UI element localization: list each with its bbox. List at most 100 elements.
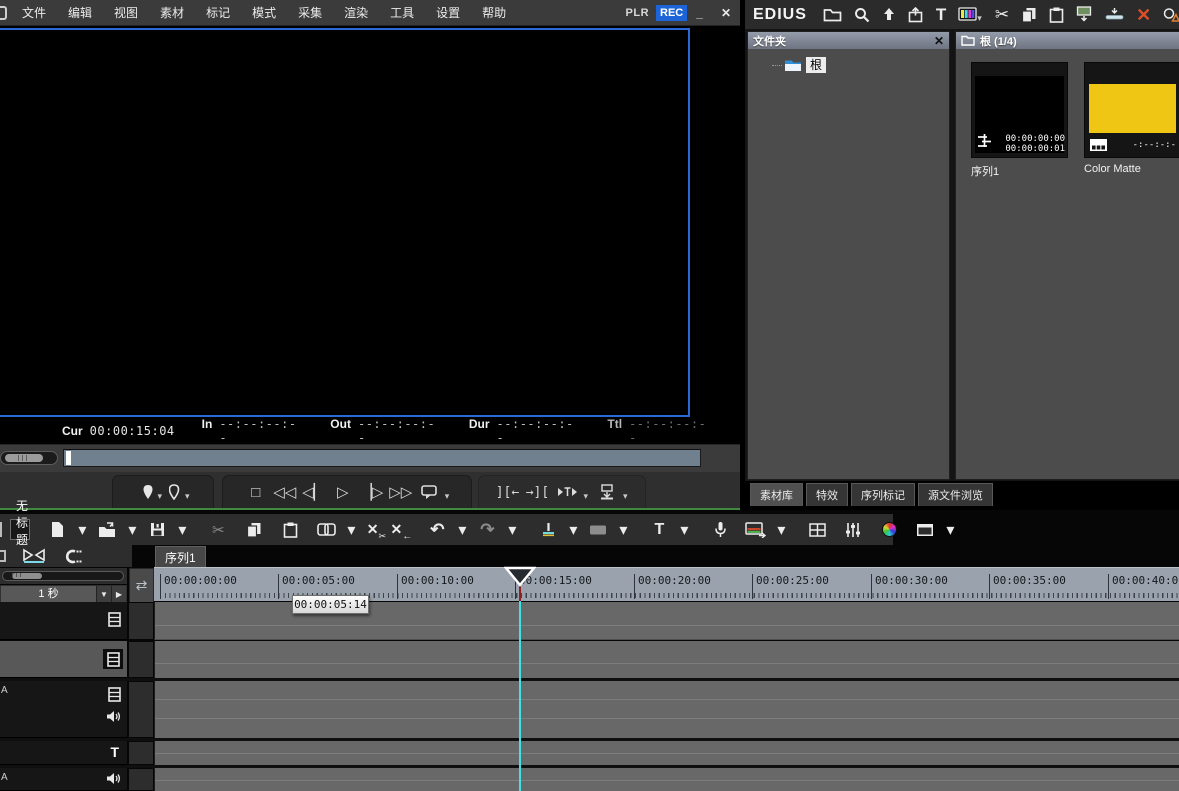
layout-dropdown[interactable]: ▾ bbox=[939, 518, 961, 542]
next-frame-button[interactable]: ▕▷ bbox=[360, 479, 384, 505]
play-in-to-out-button[interactable] bbox=[555, 479, 579, 505]
redo-button[interactable]: ↷ bbox=[476, 518, 498, 542]
insert-dropdown[interactable]: ▾ bbox=[623, 491, 628, 502]
track-patch-v1[interactable] bbox=[128, 602, 154, 640]
va-speaker-icon[interactable] bbox=[106, 710, 121, 728]
recorder-mode-button[interactable]: REC bbox=[656, 5, 687, 21]
clip-name-color-matte[interactable]: Color Matte bbox=[1084, 163, 1179, 175]
scale-expand-button[interactable]: ▶ bbox=[111, 586, 126, 602]
title-track-icon[interactable]: T bbox=[110, 744, 119, 760]
track-header-va[interactable]: A bbox=[0, 681, 127, 738]
track-header-audio[interactable]: A bbox=[0, 768, 127, 791]
track-lane-title[interactable] bbox=[154, 741, 1179, 765]
track-patch-v2[interactable] bbox=[128, 641, 154, 678]
import-button[interactable] bbox=[908, 3, 924, 27]
scale-dropdown-button[interactable]: ▼ bbox=[96, 586, 111, 602]
set-out-dropdown[interactable]: ▾ bbox=[185, 491, 190, 502]
root-folder-label[interactable]: 根 bbox=[806, 57, 826, 73]
folder-panel-close-button[interactable]: ✕ bbox=[934, 34, 944, 48]
rewind-button[interactable]: ◁◁ bbox=[273, 479, 297, 505]
paste-button[interactable] bbox=[1049, 3, 1064, 27]
menu-settings[interactable]: 设置 bbox=[425, 0, 471, 26]
voiceover-button[interactable] bbox=[709, 518, 731, 542]
export-dropdown[interactable]: ▾ bbox=[770, 518, 792, 542]
add-cut-point-dropdown[interactable]: ▾ bbox=[562, 518, 584, 542]
tab-effects[interactable]: 特效 bbox=[806, 483, 848, 506]
set-out-point-button[interactable] bbox=[163, 479, 187, 505]
delete-button[interactable]: ✕ bbox=[1136, 3, 1151, 27]
layout-button[interactable] bbox=[914, 518, 936, 542]
menu-file[interactable]: 文件 bbox=[11, 0, 57, 26]
timeline-scale-selector[interactable]: 1 秒 ▼ ▶ bbox=[0, 585, 127, 603]
ripple-sync-cell[interactable]: ⇄ bbox=[129, 568, 154, 603]
set-transition-button[interactable] bbox=[587, 518, 609, 542]
copy-clip-button[interactable] bbox=[243, 518, 265, 542]
position-cursor[interactable] bbox=[66, 451, 71, 465]
track-patch-audio[interactable] bbox=[128, 768, 154, 791]
tab-sequence-marker[interactable]: 序列标记 bbox=[851, 483, 915, 506]
colorbars-dropdown[interactable]: ▾ bbox=[977, 13, 982, 24]
video-track-icon[interactable] bbox=[108, 612, 121, 632]
open-project-button[interactable] bbox=[96, 518, 118, 542]
shuttle-slider[interactable] bbox=[0, 451, 58, 465]
track-lane-va[interactable] bbox=[154, 681, 1179, 738]
add-clip-button[interactable] bbox=[1076, 3, 1093, 27]
tree-item-root[interactable]: 根 bbox=[772, 57, 949, 73]
sequence-tab[interactable]: 序列1 bbox=[155, 546, 206, 567]
undo-dropdown[interactable]: ▾ bbox=[451, 518, 473, 542]
undo-button[interactable]: ↶ bbox=[426, 518, 448, 542]
title-dropdown[interactable]: ▾ bbox=[673, 518, 695, 542]
loop-dropdown[interactable]: ▾ bbox=[445, 491, 450, 502]
create-colorbars-button[interactable]: ▾ bbox=[958, 3, 983, 27]
minimize-button[interactable]: _ bbox=[687, 6, 712, 20]
menu-help[interactable]: 帮助 bbox=[471, 0, 517, 26]
tab-source-browser[interactable]: 源文件浏览 bbox=[918, 483, 993, 506]
clip-name-sequence[interactable]: 序列1 bbox=[971, 163, 1068, 179]
create-title-button[interactable]: T bbox=[936, 3, 946, 27]
stop-button[interactable]: □ bbox=[244, 479, 268, 505]
export-button[interactable] bbox=[745, 518, 767, 542]
track-patch-title[interactable] bbox=[128, 741, 154, 765]
previous-frame-button[interactable]: ◁▏ bbox=[302, 479, 326, 505]
cut-button[interactable]: ✂ bbox=[995, 3, 1009, 27]
insert-to-timeline-button[interactable] bbox=[595, 479, 619, 505]
playhead-handle[interactable] bbox=[504, 566, 536, 587]
track-header-v2[interactable] bbox=[0, 641, 127, 678]
redo-dropdown[interactable]: ▾ bbox=[501, 518, 523, 542]
goto-out-button[interactable]: →][ bbox=[525, 479, 549, 505]
menu-clip[interactable]: 素材 bbox=[149, 0, 195, 26]
track-header-title[interactable]: T bbox=[0, 741, 127, 765]
search-button[interactable] bbox=[854, 3, 870, 27]
fast-forward-button[interactable]: ▷▷ bbox=[389, 479, 413, 505]
delete-parts-button[interactable]: ✕✂ bbox=[365, 518, 387, 542]
replace-dropdown[interactable]: ▾ bbox=[340, 518, 362, 542]
set-in-dropdown[interactable]: ▾ bbox=[157, 491, 162, 502]
open-project-dropdown[interactable]: ▾ bbox=[121, 518, 143, 542]
replace-button[interactable] bbox=[315, 518, 337, 542]
color-matte-thumbnail[interactable]: -:--:-:- bbox=[1084, 62, 1179, 158]
add-to-timeline-button[interactable] bbox=[1105, 3, 1124, 27]
player-mode-button[interactable]: PLR bbox=[623, 5, 653, 21]
play-button[interactable]: ▷ bbox=[331, 479, 355, 505]
cut-clip-button[interactable]: ✂ bbox=[207, 518, 229, 542]
copy-button[interactable] bbox=[1021, 3, 1037, 27]
ripple-delete-button[interactable]: ✕← bbox=[390, 518, 412, 542]
new-sequence-button[interactable] bbox=[46, 518, 68, 542]
insert-overwrite-mode-button[interactable] bbox=[22, 548, 46, 564]
new-sequence-dropdown[interactable]: ▾ bbox=[71, 518, 93, 542]
menu-edit[interactable]: 编辑 bbox=[57, 0, 103, 26]
add-cut-point-button[interactable] bbox=[537, 518, 559, 542]
replace-clip-button[interactable] bbox=[1163, 3, 1179, 27]
tab-asset-bin[interactable]: 素材库 bbox=[750, 483, 803, 506]
goto-in-button[interactable]: ][← bbox=[495, 479, 519, 505]
create-title-button-tl[interactable]: T bbox=[648, 518, 670, 542]
audio-mixer-button[interactable] bbox=[842, 518, 864, 542]
loop-playback-button[interactable] bbox=[418, 479, 442, 505]
shuttle-handle[interactable] bbox=[5, 454, 43, 462]
multicam-button[interactable] bbox=[806, 518, 828, 542]
clip-card-color-matte[interactable]: -:--:-:- Color Matte bbox=[1084, 62, 1179, 179]
playhead-line[interactable] bbox=[519, 601, 521, 791]
play-in-out-dropdown[interactable]: ▾ bbox=[583, 491, 588, 502]
menu-view[interactable]: 视图 bbox=[103, 0, 149, 26]
timeline-scale-value[interactable]: 1 秒 bbox=[1, 586, 96, 602]
